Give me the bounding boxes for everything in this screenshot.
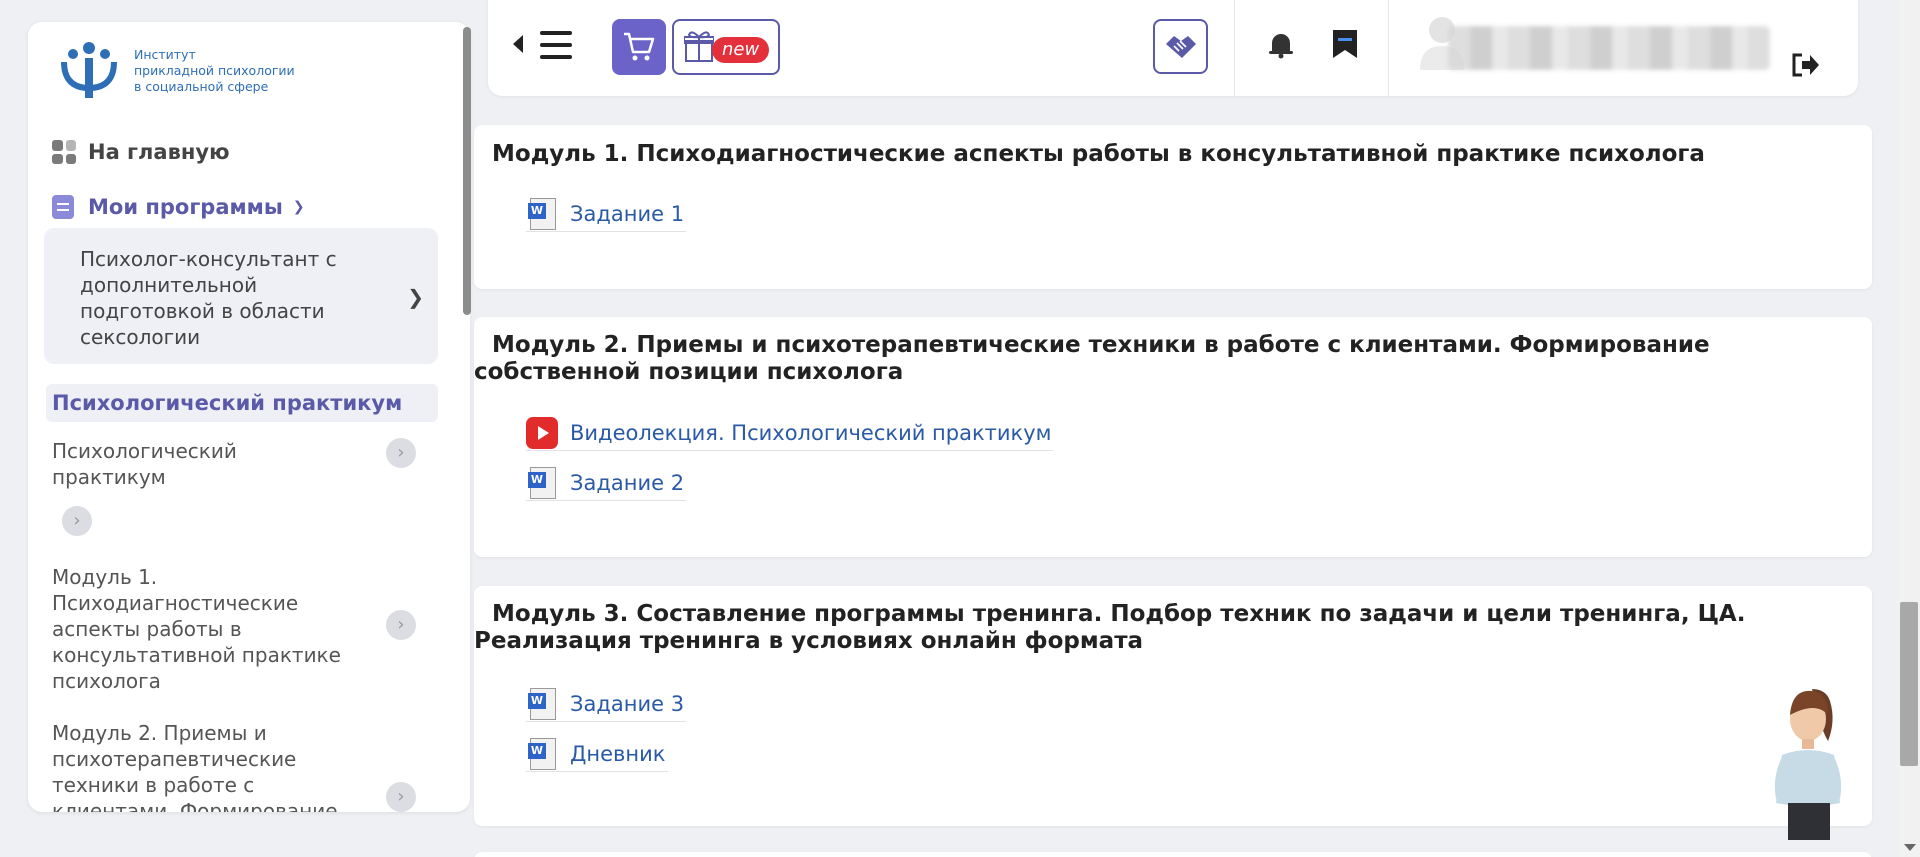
program-card[interactable]: Психолог-консультант с дополнительной по… [44, 228, 438, 364]
nav-home-label: На главную [88, 140, 230, 164]
module-title-text: Модуль 1. Психодиагностические аспекты р… [492, 141, 1705, 167]
chevron-right-icon[interactable]: › [62, 506, 92, 536]
gift-button[interactable]: new [672, 19, 780, 75]
sidebar-item-module-1[interactable]: Модуль 1. Психодиагностические аспекты р… [52, 564, 382, 694]
dashboard-icon [52, 140, 76, 164]
module-title: Модуль 2. Приемы и психотерапевтические … [474, 332, 1869, 386]
task-label: Задание 1 [570, 201, 685, 226]
task-label: Дневник [570, 741, 666, 766]
gift-icon [684, 31, 714, 62]
module-card-4 [474, 852, 1872, 857]
assistant-character-icon[interactable] [1760, 685, 1860, 840]
sidebar-item-label: Модуль 2. Приемы и психотерапевтические … [52, 721, 338, 812]
word-document-icon: W [526, 737, 558, 771]
nav-my-programs-label: Мои программы [88, 195, 283, 219]
menu-icon[interactable] [540, 31, 572, 59]
chevron-down-icon: ❯ [292, 199, 305, 215]
chevron-right-icon[interactable]: › [386, 610, 416, 640]
task-label: Задание 2 [570, 470, 685, 495]
module-card-1: Модуль 1. Психодиагностические аспекты р… [474, 125, 1872, 289]
nav-home[interactable]: На главную [52, 140, 229, 164]
task-link-2[interactable]: W Задание 2 [526, 465, 687, 501]
youtube-icon [526, 416, 558, 449]
sidebar-section-practicum[interactable]: Психологический практикум [46, 384, 438, 422]
bell-icon[interactable] [1266, 30, 1296, 60]
logo-text: Институт прикладной психологии в социаль… [134, 47, 295, 95]
sidebar-scrollbar[interactable] [463, 27, 471, 315]
message-icon[interactable] [1331, 28, 1359, 60]
task-label: Видеолекция. Психологический практикум [570, 420, 1052, 445]
chevron-right-icon[interactable]: › [386, 782, 416, 812]
page-scrollbar-thumb[interactable] [1900, 602, 1918, 766]
cart-icon [624, 32, 655, 61]
scroll-down-arrow-icon[interactable] [1904, 844, 1916, 851]
logo-icon [61, 42, 117, 98]
word-document-icon: W [526, 466, 558, 500]
back-arrow-icon[interactable] [513, 35, 523, 53]
user-name-blurred [1448, 26, 1770, 70]
word-document-icon: W [526, 197, 558, 231]
task-link-1[interactable]: W Задание 1 [526, 196, 687, 232]
partnership-button[interactable] [1153, 19, 1208, 74]
header-divider [1388, 0, 1389, 96]
logout-icon[interactable] [1790, 52, 1820, 78]
module-card-3: Модуль 3. Составление программы тренинга… [474, 586, 1872, 826]
logo-line: прикладной психологии [134, 63, 295, 78]
sidebar: Институт прикладной психологии в социаль… [28, 22, 470, 812]
logo-line: в социальной сфере [134, 79, 269, 94]
logo-line: Институт [134, 47, 196, 62]
nav-my-programs[interactable]: Мои программы ❯ [52, 195, 305, 219]
word-document-icon: W [526, 687, 558, 721]
document-icon [52, 195, 74, 219]
chevron-right-icon: ❯ [407, 285, 424, 309]
new-badge: new [712, 37, 770, 63]
diary-link[interactable]: W Дневник [526, 736, 668, 772]
video-lecture-link[interactable]: Видеолекция. Психологический практикум [526, 415, 1054, 451]
cart-button[interactable] [612, 19, 666, 75]
sidebar-item-label: Психологический практикум [52, 439, 237, 489]
handshake-icon [1165, 35, 1196, 58]
institute-logo[interactable]: Институт прикладной психологии в социаль… [56, 40, 295, 102]
sidebar-item-module-2[interactable]: Модуль 2. Приемы и психотерапевтические … [52, 720, 382, 812]
module-title: Модуль 3. Составление программы тренинга… [474, 601, 1869, 655]
sidebar-item-practicum[interactable]: Психологический практикум [52, 438, 382, 490]
module-title: Модуль 1. Психодиагностические аспекты р… [474, 141, 1869, 168]
program-card-label: Психолог-консультант с дополнительной по… [80, 247, 337, 349]
module-title-text: Модуль 3. Составление программы тренинга… [474, 601, 1746, 654]
sidebar-item-label: Модуль 1. Психодиагностические аспекты р… [52, 565, 341, 693]
module-title-text: Модуль 2. Приемы и психотерапевтические … [474, 332, 1710, 385]
chevron-right-icon[interactable]: › [386, 438, 416, 468]
top-header: new [488, 0, 1858, 96]
task-link-3[interactable]: W Задание 3 [526, 686, 687, 722]
task-label: Задание 3 [570, 691, 685, 716]
module-card-2: Модуль 2. Приемы и психотерапевтические … [474, 317, 1872, 557]
header-divider [1234, 0, 1235, 96]
